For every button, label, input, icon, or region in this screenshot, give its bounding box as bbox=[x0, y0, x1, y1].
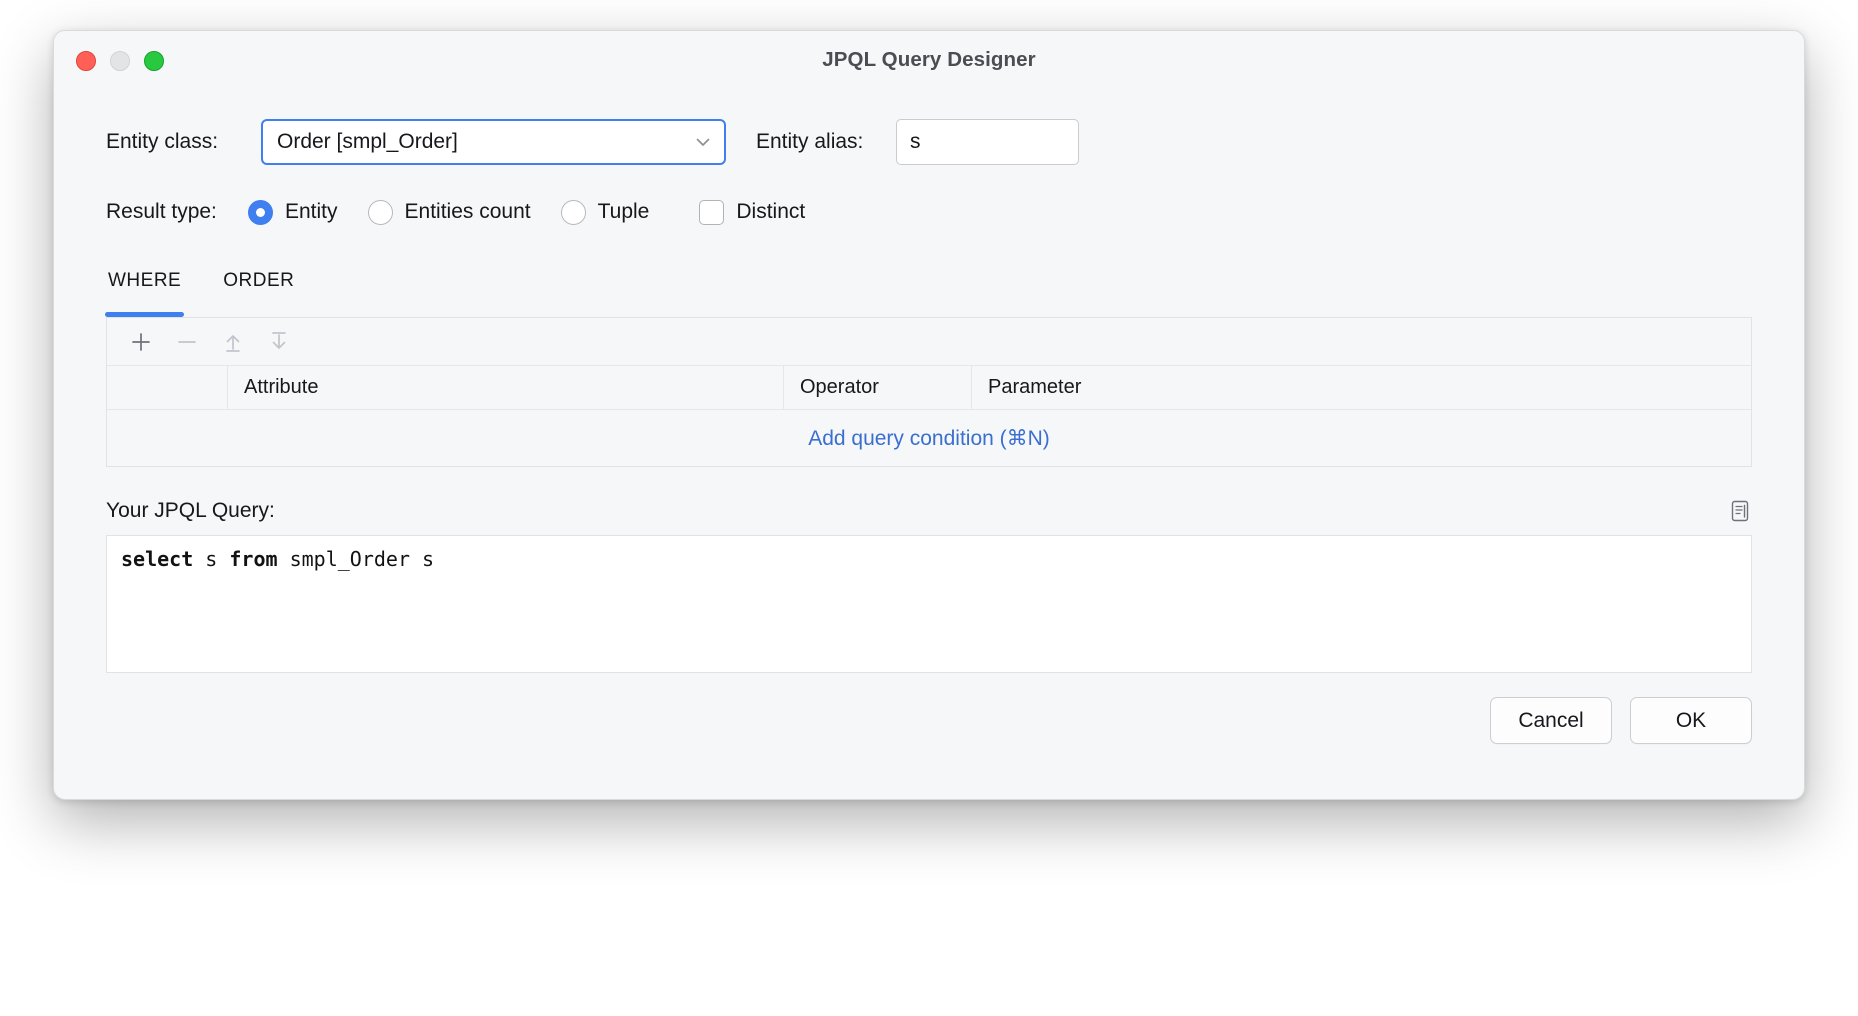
cancel-button[interactable]: Cancel bbox=[1490, 697, 1612, 744]
radio-result-entity[interactable]: Entity bbox=[248, 200, 338, 225]
window-titlebar: JPQL Query Designer bbox=[54, 31, 1804, 93]
query-alias-segment: s bbox=[193, 547, 229, 571]
entity-class-value: Order [smpl_Order] bbox=[277, 130, 692, 154]
query-keyword-from: from bbox=[229, 547, 277, 571]
result-type-label: Result type: bbox=[106, 200, 248, 224]
column-header-parameter[interactable]: Parameter bbox=[971, 366, 1751, 409]
distinct-label: Distinct bbox=[736, 200, 805, 224]
tab-where-label: WHERE bbox=[108, 270, 181, 291]
query-preview-header: Your JPQL Query: bbox=[106, 497, 1752, 525]
radio-entities-count-label: Entities count bbox=[405, 200, 531, 224]
move-up-icon bbox=[211, 325, 255, 359]
radio-entity-label: Entity bbox=[285, 200, 338, 224]
remove-condition-icon bbox=[165, 325, 209, 359]
column-header-operator[interactable]: Operator bbox=[783, 366, 971, 409]
move-down-icon bbox=[257, 325, 301, 359]
entity-class-combobox[interactable]: Order [smpl_Order] bbox=[261, 119, 726, 165]
conditions-table-header: Attribute Operator Parameter bbox=[107, 366, 1751, 410]
conditions-panel: Attribute Operator Parameter Add query c… bbox=[106, 318, 1752, 467]
jpql-query-designer-window: JPQL Query Designer Entity class: Order … bbox=[53, 30, 1805, 800]
ok-button[interactable]: OK bbox=[1630, 697, 1752, 744]
dialog-button-row: Cancel OK bbox=[106, 697, 1752, 744]
entity-class-row: Entity class: Order [smpl_Order] Entity … bbox=[106, 119, 1752, 165]
add-condition-icon[interactable] bbox=[119, 325, 163, 359]
column-header-gutter[interactable] bbox=[107, 366, 227, 409]
radio-tuple-indicator[interactable] bbox=[561, 200, 586, 225]
query-preview-label: Your JPQL Query: bbox=[106, 499, 275, 523]
tab-where-active-indicator bbox=[105, 312, 184, 317]
entity-class-label: Entity class: bbox=[106, 130, 261, 154]
radio-tuple-label: Tuple bbox=[598, 200, 650, 224]
window-title: JPQL Query Designer bbox=[54, 48, 1804, 72]
query-entity-segment: smpl_Order s bbox=[278, 547, 435, 571]
jpql-query-text: select s from smpl_Order s bbox=[121, 546, 1737, 572]
query-keyword-select: select bbox=[121, 547, 193, 571]
distinct-checkbox-indicator[interactable] bbox=[699, 200, 724, 225]
query-part-tabs: WHERE ORDER bbox=[106, 266, 1752, 318]
column-header-attribute[interactable]: Attribute bbox=[227, 366, 783, 409]
tab-order-label: ORDER bbox=[223, 270, 294, 291]
result-type-row: Result type: Entity Entities count Tuple… bbox=[106, 196, 1752, 228]
entity-alias-label: Entity alias: bbox=[756, 130, 896, 154]
conditions-empty-state: Add query condition (⌘N) bbox=[107, 410, 1751, 466]
desktop-background: JPQL Query Designer Entity class: Order … bbox=[0, 0, 1858, 1016]
tab-where[interactable]: WHERE bbox=[106, 266, 183, 317]
radio-entities-count-indicator[interactable] bbox=[368, 200, 393, 225]
checkbox-distinct[interactable]: Distinct bbox=[699, 200, 805, 225]
copy-icon[interactable] bbox=[1730, 499, 1752, 523]
dialog-content: Entity class: Order [smpl_Order] Entity … bbox=[54, 119, 1804, 744]
radio-result-tuple[interactable]: Tuple bbox=[561, 200, 650, 225]
jpql-query-textarea[interactable]: select s from smpl_Order s bbox=[106, 535, 1752, 673]
conditions-toolbar bbox=[107, 318, 1751, 366]
add-query-condition-link[interactable]: Add query condition (⌘N) bbox=[808, 426, 1050, 451]
radio-entity-indicator[interactable] bbox=[248, 200, 273, 225]
tab-order[interactable]: ORDER bbox=[221, 266, 296, 317]
radio-result-entities-count[interactable]: Entities count bbox=[368, 200, 531, 225]
chevron-down-icon bbox=[692, 131, 714, 153]
entity-alias-input[interactable] bbox=[896, 119, 1079, 165]
